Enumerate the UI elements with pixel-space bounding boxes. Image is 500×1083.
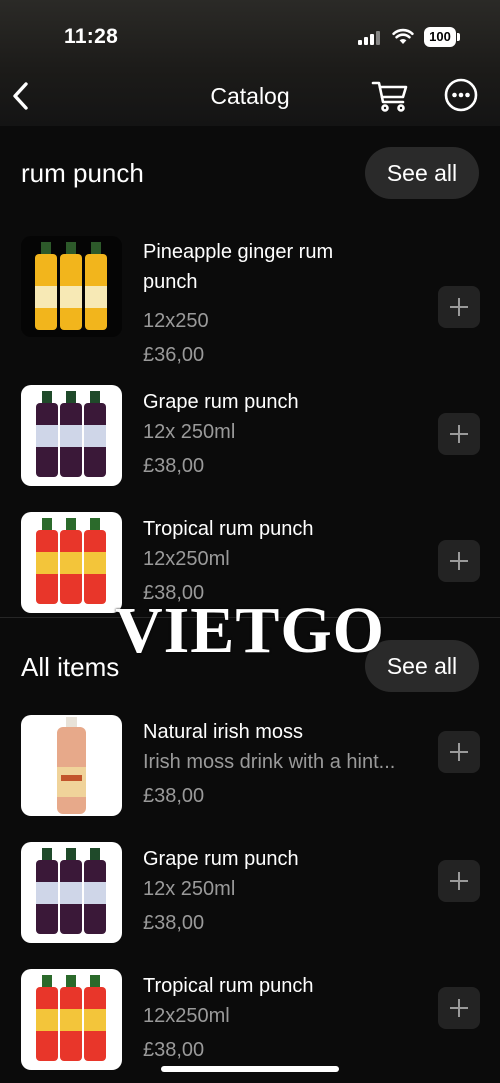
cart-button[interactable] <box>370 78 410 114</box>
list-item[interactable]: Grape rum punch 12x 250ml £38,00 <box>0 370 500 497</box>
product-name: Pineapple ginger rum punch <box>143 241 334 293</box>
product-desc: 12x250 <box>143 310 209 332</box>
status-bar: 11:28 100 <box>0 0 500 70</box>
product-desc: 12x250ml <box>143 548 230 570</box>
home-indicator <box>161 1066 339 1072</box>
list-item[interactable]: Pineapple ginger rum punch 12x250 £36,00 <box>0 220 500 370</box>
see-all-button[interactable]: See all <box>365 147 479 199</box>
product-price: £38,00 <box>143 455 205 477</box>
product-price: £36,00 <box>143 344 205 366</box>
product-name: Grape rum punch <box>143 848 299 870</box>
add-to-cart-button[interactable] <box>438 286 480 328</box>
product-desc: 12x 250ml <box>143 421 236 443</box>
product-name: Natural irish moss <box>143 721 304 743</box>
product-image <box>21 842 122 943</box>
catalog-screen: 11:28 100 Catalog rum punch See all Pine… <box>0 0 500 1083</box>
watermark: VIETGO <box>114 594 386 667</box>
product-name: Tropical rum punch <box>143 518 314 540</box>
product-price: £38,00 <box>143 912 205 934</box>
add-to-cart-button[interactable] <box>438 860 480 902</box>
section-header: rum punch See all <box>0 126 500 220</box>
battery-icon: 100 <box>424 27 460 47</box>
product-desc: 12x250ml <box>143 1005 230 1027</box>
section-title: rum punch <box>21 158 144 188</box>
product-image <box>21 715 122 816</box>
signal-icon <box>358 31 382 45</box>
nav-bar: Catalog <box>0 70 500 126</box>
status-time: 11:28 <box>64 25 119 48</box>
product-desc: Irish moss drink with a hint... <box>143 751 396 773</box>
product-name: Grape rum punch <box>143 391 299 413</box>
product-price: £38,00 <box>143 1039 205 1061</box>
list-item[interactable]: Grape rum punch 12x 250ml £38,00 <box>0 827 500 954</box>
product-price: £38,00 <box>143 785 205 807</box>
page-title: Catalog <box>210 83 290 109</box>
add-to-cart-button[interactable] <box>438 731 480 773</box>
product-image <box>21 385 122 486</box>
product-desc: 12x 250ml <box>143 878 236 900</box>
cart-icon <box>371 81 408 112</box>
wifi-icon <box>392 28 414 44</box>
add-to-cart-button[interactable] <box>438 540 480 582</box>
product-image <box>21 236 122 337</box>
section-all-items: All items See all Natural irish moss Iri… <box>0 618 500 1081</box>
top-bar: 11:28 100 Catalog <box>0 0 500 126</box>
add-to-cart-button[interactable] <box>438 987 480 1029</box>
list-item[interactable]: Tropical rum punch 12x250ml £38,00 <box>0 954 500 1081</box>
list-item[interactable]: Natural irish moss Irish moss drink with… <box>0 700 500 827</box>
section-rum-punch: rum punch See all Pineapple ginger rum p… <box>0 126 500 617</box>
battery-level: 100 <box>424 27 456 47</box>
more-icon <box>444 78 478 112</box>
more-button[interactable] <box>444 78 478 112</box>
add-to-cart-button[interactable] <box>438 413 480 455</box>
product-image <box>21 969 122 1070</box>
product-name: Tropical rum punch <box>143 975 314 997</box>
